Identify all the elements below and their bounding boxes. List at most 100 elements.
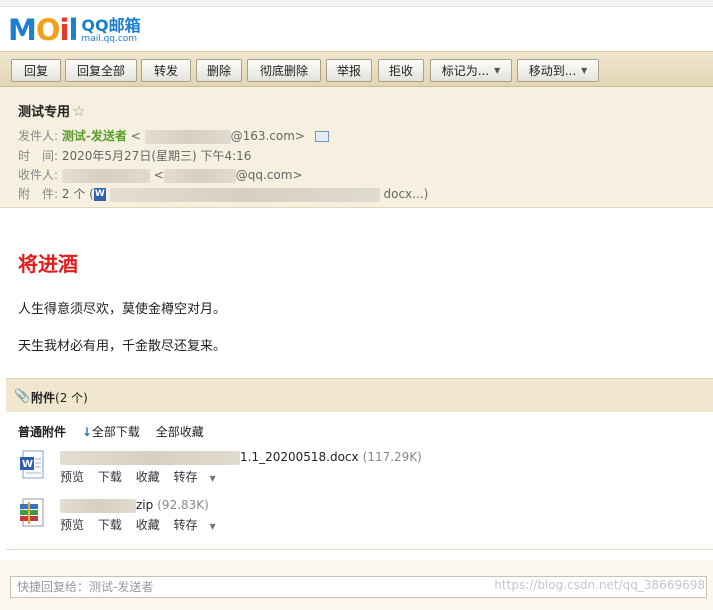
delete-button[interactable]: 删除 <box>196 59 242 82</box>
attachment-name[interactable]: zip (92.83K) <box>60 498 209 513</box>
from-email-suffix: @163.com> <box>230 129 305 143</box>
sender-name[interactable]: 测试-发送者 <box>62 129 127 143</box>
redacted-sender-email <box>144 129 231 144</box>
from-row: 发件人: 测试-发送者 < @163.com> <box>18 127 329 144</box>
mark-as-label: 标记为... <box>441 64 490 78</box>
mark-as-dropdown[interactable]: 标记为... ▼ <box>430 59 512 82</box>
mail-toolbar: 回复 回复全部 转发 删除 彻底删除 举报 拒收 标记为... ▼ 移动到... ▼ <box>0 51 713 87</box>
logo-text: QQ邮箱 mail.qq.com <box>81 17 140 44</box>
attachment-name-text: zip <box>136 498 154 512</box>
attach-suffix[interactable]: docx...) <box>383 187 428 201</box>
delete-button-label: 删除 <box>206 64 231 78</box>
attachments-toolbar: 普通附件 ↓全部下载 全部收藏 <box>18 423 204 440</box>
reject-button-label: 拒收 <box>388 64 413 78</box>
contact-card-icon[interactable] <box>314 131 329 142</box>
redacted-file-name <box>60 450 240 465</box>
star-icon[interactable]: ☆ <box>72 102 85 120</box>
poem-line: 天生我材必有用，千金散尽还复来。 <box>18 339 227 354</box>
subject-text: 测试专用 <box>18 105 71 120</box>
to-email-suffix: @qq.com> <box>235 168 303 182</box>
reply-all-button[interactable]: 回复全部 <box>65 59 137 82</box>
time-label: 时 间: <box>18 149 59 163</box>
time-row: 时 间: 2020年5月27日(星期三) 下午4:16 <box>18 147 251 164</box>
watermark-text: https://blog.csdn.net/qq_38669698 <box>494 578 705 592</box>
logo-letter-l: l <box>68 13 78 47</box>
attachment-item: W 1.1_20200518.docx (117.29K) 预览 下载 收藏 转存… <box>20 450 680 490</box>
attachments-title-bold: 附件 <box>31 391 56 405</box>
paperclip-icon: 📎 <box>14 389 31 404</box>
transfer-label: 转存 <box>173 470 198 484</box>
attach-count: 2 个 ( <box>61 187 94 201</box>
to-row: 收件人: < @qq.com> <box>18 166 303 183</box>
delete-permanently-button[interactable]: 彻底删除 <box>247 59 321 82</box>
mail-body: 将进酒 人生得意须尽欢，莫使金樽空对月。 天生我材必有用，千金散尽还复来。 <box>0 208 713 378</box>
qqmail-logo[interactable]: MOil QQ邮箱 mail.qq.com <box>8 15 141 45</box>
logo-letter-o: O <box>35 13 61 47</box>
reply-all-button-label: 回复全部 <box>76 64 125 78</box>
chevron-down-icon: ▼ <box>581 66 588 75</box>
from-label: 发件人: <box>18 129 59 143</box>
poem-title: 将进酒 <box>18 252 78 276</box>
word-file-icon: W <box>93 188 106 201</box>
quick-reply-placeholder: 快捷回复给：测试-发送者 <box>17 580 154 594</box>
attachment-name-text: 1.1_20200518.docx <box>240 450 359 464</box>
attachment-size: (92.83K) <box>157 498 209 512</box>
download-link[interactable]: 下载 <box>98 470 122 484</box>
zip-archive-icon <box>20 498 44 527</box>
attachment-actions: 预览 下载 收藏 转存 ▼ <box>60 468 236 485</box>
attachments-panel: 普通附件 ↓全部下载 全部收藏 W 1.1_20200518.docx (117.… <box>6 412 713 550</box>
mail-subject: 测试专用 ☆ <box>18 101 85 120</box>
move-to-dropdown[interactable]: 移动到... ▼ <box>517 59 599 82</box>
mail-meta: 测试专用 ☆ 发件人: 测试-发送者 < @163.com> 时 间: 2020年… <box>0 87 713 208</box>
report-button[interactable]: 举报 <box>326 59 372 82</box>
redacted-file-name <box>60 498 136 513</box>
transfer-dropdown[interactable]: 转存 ▼ <box>174 470 226 484</box>
time-value: 2020年5月27日(星期三) 下午4:16 <box>61 149 252 163</box>
attachments-count: (2 个) <box>55 391 88 405</box>
reply-button-label: 回复 <box>23 64 48 78</box>
redacted-recipient-email <box>163 168 236 183</box>
attach-label: 附 件: <box>18 187 59 201</box>
attachments-title: 附件(2 个) <box>31 389 88 406</box>
chevron-down-icon: ▼ <box>494 66 501 75</box>
save-link[interactable]: 收藏 <box>136 518 160 532</box>
browser-top-strip <box>0 0 713 7</box>
reply-button[interactable]: 回复 <box>11 59 61 82</box>
attachment-name[interactable]: 1.1_20200518.docx (117.29K) <box>60 450 422 465</box>
logo-url-text: mail.qq.com <box>81 33 138 44</box>
delete-permanently-button-label: 彻底删除 <box>259 64 308 78</box>
forward-button[interactable]: 转发 <box>141 59 191 82</box>
word-document-icon: W <box>20 450 44 479</box>
download-arrow-icon: ↓ <box>81 425 92 439</box>
logo-letter-m: M <box>8 13 37 47</box>
quick-reply-area: 快捷回复给：测试-发送者 https://blog.csdn.net/qq_38… <box>0 560 713 610</box>
logo-mark: MOil <box>8 13 78 47</box>
attachment-size: (117.29K) <box>362 450 422 464</box>
save-all-link[interactable]: 全部收藏 <box>156 425 204 439</box>
poem-line: 人生得意须尽欢，莫使金樽空对月。 <box>18 302 227 317</box>
from-email-prefix: < <box>130 129 141 143</box>
redacted-attachment-name <box>109 187 380 202</box>
report-button-label: 举报 <box>336 64 361 78</box>
reject-button[interactable]: 拒收 <box>378 59 424 82</box>
normal-attachments-label: 普通附件 <box>18 425 67 439</box>
transfer-label: 转存 <box>173 518 198 532</box>
mail-header: MOil QQ邮箱 mail.qq.com <box>0 7 713 51</box>
transfer-dropdown[interactable]: 转存 ▼ <box>174 518 226 532</box>
attachment-actions: 预览 下载 收藏 转存 ▼ <box>60 516 236 533</box>
chevron-down-icon: ▼ <box>209 522 216 531</box>
download-all-link[interactable]: 全部下载 <box>92 425 140 439</box>
preview-link[interactable]: 预览 <box>60 470 84 484</box>
svg-text:W: W <box>22 459 33 470</box>
forward-button-label: 转发 <box>153 64 178 78</box>
move-to-label: 移动到... <box>528 64 577 78</box>
attachment-summary-row: 附 件: 2 个 (W docx...) <box>18 185 428 202</box>
save-link[interactable]: 收藏 <box>136 470 160 484</box>
attachments-header: 📎 附件(2 个) <box>6 378 713 412</box>
logo-cn-text: QQ邮箱 <box>81 15 141 35</box>
download-link[interactable]: 下载 <box>98 518 122 532</box>
chevron-down-icon: ▼ <box>209 474 216 483</box>
preview-link[interactable]: 预览 <box>60 518 84 532</box>
to-email-prefix: < <box>153 168 164 182</box>
to-label: 收件人: <box>18 168 59 182</box>
